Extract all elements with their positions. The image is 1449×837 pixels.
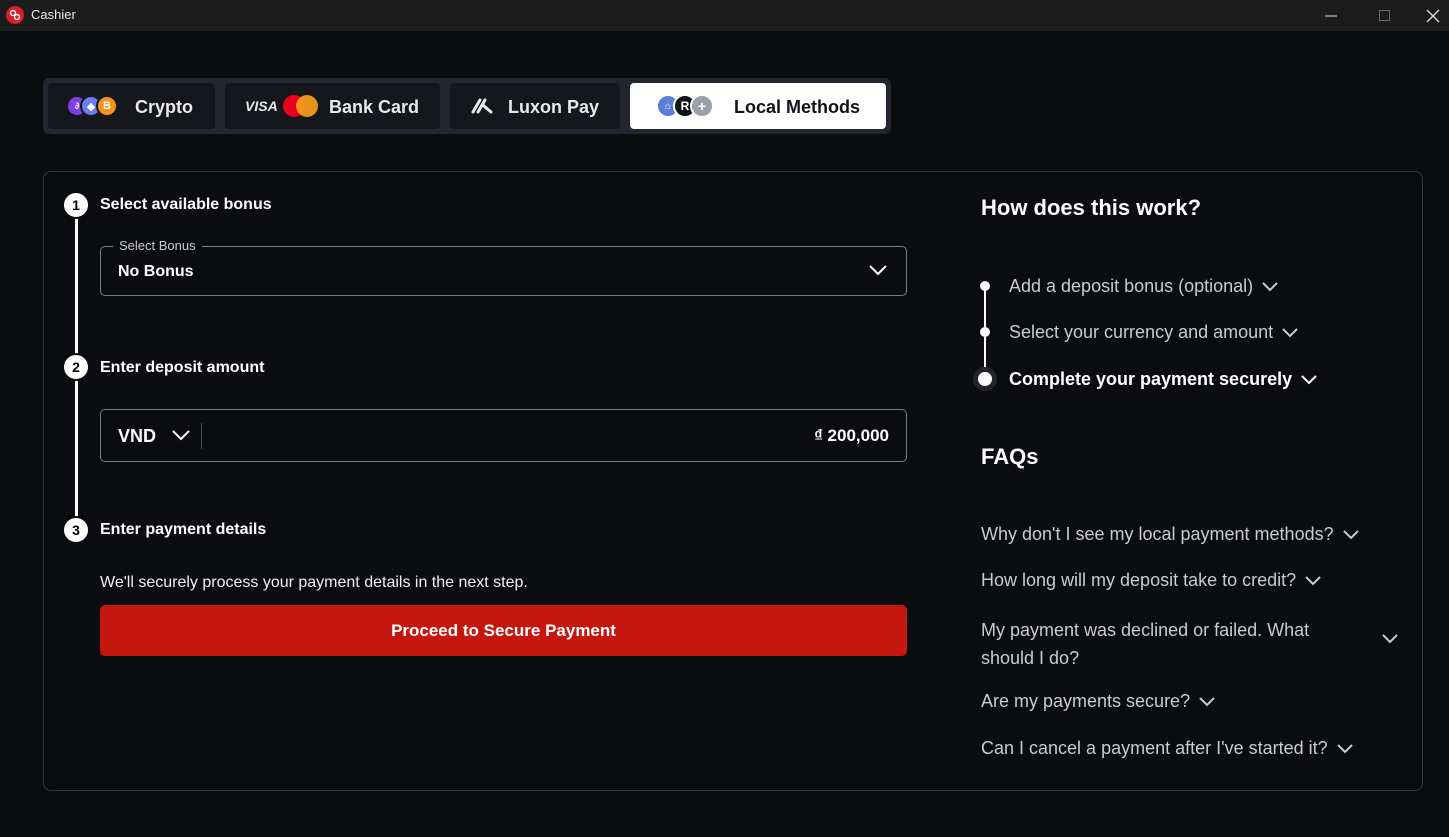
- step-2-title: Enter deposit amount: [100, 359, 265, 376]
- chevron-down-icon: [1342, 529, 1359, 539]
- step-3-title: Enter payment details: [100, 521, 267, 538]
- how-item-currency[interactable]: Select your currency and amount: [1009, 322, 1299, 343]
- how-it-works-title: How does this work?: [981, 195, 1202, 220]
- how-step-dot: [980, 327, 990, 337]
- chevron-down-icon[interactable]: [171, 428, 191, 447]
- window-title: Cashier: [31, 7, 76, 22]
- crypto-coins-icon: ∂ ◆ B: [66, 95, 126, 117]
- tab-crypto[interactable]: ∂ ◆ B Crypto: [48, 83, 215, 129]
- maximize-button[interactable]: [1362, 0, 1408, 31]
- divider: [201, 423, 202, 449]
- faq-item[interactable]: My payment was declined or failed. What …: [981, 616, 1361, 672]
- app-logo-icon: [6, 6, 24, 24]
- bonus-select-value: No Bonus: [118, 263, 194, 280]
- bonus-select-label: Select Bonus: [113, 238, 202, 253]
- tab-label: Local Methods: [734, 97, 861, 117]
- tab-label: Bank Card: [329, 97, 420, 117]
- close-icon: [1426, 9, 1439, 22]
- bonus-select[interactable]: Select Bonus No Bonus: [100, 238, 907, 296]
- faq-item[interactable]: How long will my deposit take to credit?: [981, 570, 1322, 591]
- step-1-title: Select available bonus: [100, 196, 272, 213]
- tab-luxon-pay[interactable]: Luxon Pay: [450, 83, 620, 129]
- step-1-badge: 1: [62, 191, 90, 219]
- faq-item[interactable]: Why don't I see my local payment methods…: [981, 524, 1360, 545]
- chevron-down-icon: [1305, 575, 1321, 585]
- how-step-dot: [980, 281, 990, 291]
- how-item-bonus[interactable]: Add a deposit bonus (optional): [1009, 276, 1279, 297]
- faq-item[interactable]: Can I cancel a payment after I've starte…: [981, 738, 1354, 759]
- chevron-down-icon: [1282, 327, 1298, 337]
- tab-local-methods[interactable]: ⌂ R + Local Methods: [630, 83, 886, 129]
- payment-method-tabs: ∂ ◆ B Crypto VISA Bank Card Luxon Pay ⌂ …: [43, 78, 891, 134]
- step-3-badge: 3: [62, 516, 90, 544]
- local-methods-icon: ⌂ R +: [656, 94, 716, 118]
- minimize-button[interactable]: [1308, 0, 1354, 31]
- step-2-badge: 2: [62, 353, 90, 381]
- proceed-to-payment-button[interactable]: Proceed to Secure Payment: [100, 605, 907, 656]
- visa-mastercard-icon: VISA: [245, 95, 325, 117]
- luxon-icon: [470, 97, 494, 120]
- currency-select[interactable]: VND: [118, 426, 156, 447]
- secure-processing-note: We'll securely process your payment deta…: [100, 574, 528, 591]
- tab-label: Crypto: [135, 97, 193, 117]
- chevron-down-icon: [868, 263, 888, 282]
- chevron-down-icon: [1262, 281, 1278, 291]
- tab-label: Luxon Pay: [508, 97, 600, 117]
- how-item-payment[interactable]: Complete your payment securely: [1009, 369, 1318, 390]
- title-bar: Cashier: [0, 0, 1449, 31]
- faqs-title: FAQs: [981, 444, 1039, 469]
- faq-item[interactable]: Are my payments secure?: [981, 691, 1216, 712]
- chevron-down-icon: [1199, 696, 1215, 706]
- how-step-dot-active: [978, 372, 992, 386]
- chevron-down-icon: [1336, 743, 1353, 753]
- chevron-down-icon: [1301, 374, 1317, 384]
- deposit-amount-field: VND ₫ 200,000: [100, 409, 907, 462]
- chevron-down-icon[interactable]: [1381, 632, 1399, 650]
- tab-bank-card[interactable]: VISA Bank Card: [225, 83, 440, 129]
- close-button[interactable]: [1416, 0, 1449, 31]
- amount-input[interactable]: ₫ 200,000: [814, 426, 889, 446]
